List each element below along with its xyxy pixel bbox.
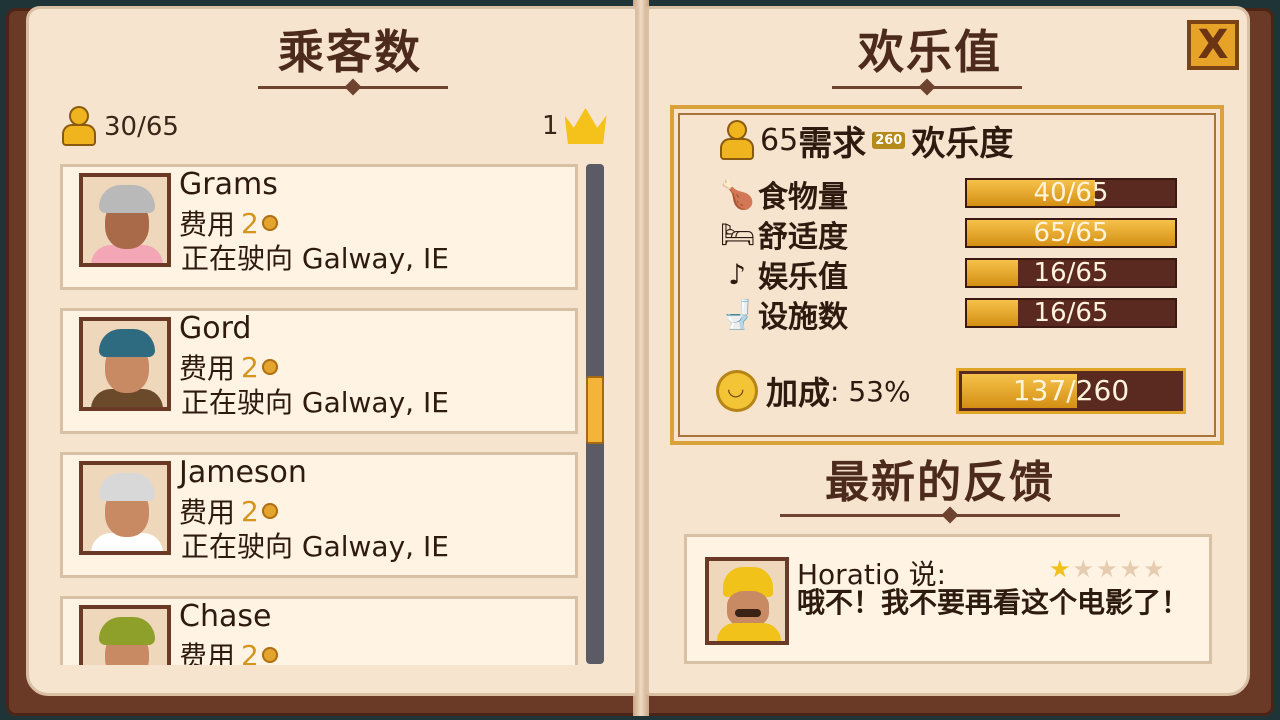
- passenger-name: Jameson: [179, 455, 307, 490]
- passenger-card[interactable]: Gord 费用 2 正在驶向 Galway, IE: [60, 308, 578, 434]
- feedback-card: Horatio 说: ★ ★ ★ ★ ★ 哦不！我不要再看这个电影了！: [684, 534, 1212, 664]
- close-button[interactable]: X: [1187, 20, 1239, 70]
- passenger-name: Grams: [179, 167, 278, 202]
- title-ornament: [832, 86, 1022, 89]
- crown-count: 1: [542, 108, 607, 144]
- toilet-icon: 🚽: [720, 297, 755, 331]
- feedback-ornament: [780, 514, 1120, 517]
- passenger-avatar: [79, 605, 171, 665]
- smiley-coin-icon: [716, 370, 758, 412]
- bed-icon: 🛏: [720, 217, 756, 251]
- stat-progress-text: 40/65: [1033, 178, 1109, 208]
- passenger-list[interactable]: Grams 费用 2 正在驶向 Galway, IE Gord 费用 2 正在驶向 Galwa…: [60, 160, 605, 665]
- passenger-card[interactable]: Jameson 费用 2 正在驶向 Galway, IE: [60, 452, 578, 578]
- stat-label: 设施数: [758, 300, 848, 335]
- stat-progress-bar: 16/65: [965, 298, 1177, 328]
- crown-icon: [564, 108, 607, 144]
- passenger-name: Chase: [179, 599, 272, 634]
- requirement-count: 65: [760, 123, 799, 158]
- title-ornament: [258, 86, 448, 89]
- feedback-text: 哦不！我不要再看这个电影了！: [797, 586, 1190, 619]
- passenger-cost: 费用 2: [179, 635, 278, 665]
- cost-value: 2: [241, 350, 259, 384]
- music-note-icon: ♪: [728, 257, 746, 291]
- passenger-count: 30/65: [62, 108, 179, 146]
- rating-stars: ★ ★ ★ ★ ★: [1049, 555, 1167, 583]
- passenger-card[interactable]: Grams 费用 2 正在驶向 Galway, IE: [60, 164, 578, 290]
- person-icon: [720, 121, 754, 160]
- person-icon: [62, 108, 96, 146]
- passengers-title: 乘客数: [278, 25, 422, 79]
- cost-value: 2: [241, 494, 259, 528]
- passenger-destination: 正在驶向 Galway, IE: [181, 530, 449, 563]
- passenger-avatar: [79, 461, 171, 555]
- coin-icon: [261, 215, 278, 231]
- requirement-line: 65 需求 260 欢乐度: [720, 116, 1013, 165]
- star-empty-icon: ★: [1096, 555, 1118, 583]
- bonus-progress-text: 137/260: [1012, 374, 1130, 407]
- stat-row: 🚽 设施数 16/65: [720, 296, 1190, 335]
- bonus-value: : 53%: [830, 374, 911, 408]
- stat-row: 🍗 食物量 40/65: [720, 176, 1190, 215]
- stat-label: 食物量: [758, 180, 848, 215]
- cost-value: 2: [241, 638, 259, 666]
- stat-progress-text: 16/65: [1033, 298, 1109, 328]
- stat-progress-bar: 65/65: [965, 218, 1177, 248]
- bonus-label: 加成: [766, 374, 831, 412]
- stat-progress-bar: 40/65: [965, 178, 1177, 208]
- bonus-line: 加成 : 53%: [716, 368, 911, 414]
- passenger-destination: 正在驶向 Galway, IE: [181, 386, 449, 419]
- feedback-title: 最新的反馈: [825, 457, 1055, 508]
- star-empty-icon: ★: [1143, 555, 1165, 583]
- crown-count-value: 1: [542, 111, 559, 141]
- coin-icon: [261, 647, 278, 663]
- coin-icon: [261, 503, 278, 519]
- passenger-count-value: 30/65: [104, 112, 179, 142]
- requirement-joy-label: 欢乐度: [911, 124, 1014, 164]
- stat-progress-text: 16/65: [1033, 258, 1109, 288]
- drumstick-icon: 🍗: [720, 177, 755, 211]
- cost-value: 2: [241, 206, 259, 240]
- star-empty-icon: ★: [1119, 555, 1142, 583]
- bonus-progress-bar: 137/260: [956, 368, 1186, 414]
- requirement-badge: 260: [872, 132, 906, 149]
- star-empty-icon: ★: [1072, 555, 1095, 583]
- requirement-need-label: 需求: [798, 124, 867, 164]
- passenger-name: Gord: [179, 311, 252, 346]
- stat-row: ♪ 娱乐值 16/65: [720, 256, 1190, 295]
- passenger-destination: 正在驶向 Galway, IE: [181, 242, 449, 275]
- stat-progress-text: 65/65: [1033, 218, 1109, 248]
- happiness-title: 欢乐值: [858, 25, 1002, 79]
- stat-label: 舒适度: [758, 220, 848, 255]
- passenger-avatar: [79, 317, 171, 411]
- passenger-list-scrollbar[interactable]: [586, 164, 604, 664]
- scrollbar-thumb[interactable]: [586, 376, 604, 444]
- horatio-avatar: [705, 557, 789, 645]
- cost-label: 费用: [179, 640, 236, 665]
- stat-row: 🛏 舒适度 65/65: [720, 216, 1190, 255]
- coin-icon: [261, 359, 278, 375]
- star-filled-icon: ★: [1049, 555, 1071, 583]
- stat-progress-bar: 16/65: [965, 258, 1177, 288]
- stat-label: 娱乐值: [758, 260, 848, 295]
- passenger-avatar: [79, 173, 171, 267]
- passenger-card[interactable]: Chase 费用 2: [60, 596, 578, 665]
